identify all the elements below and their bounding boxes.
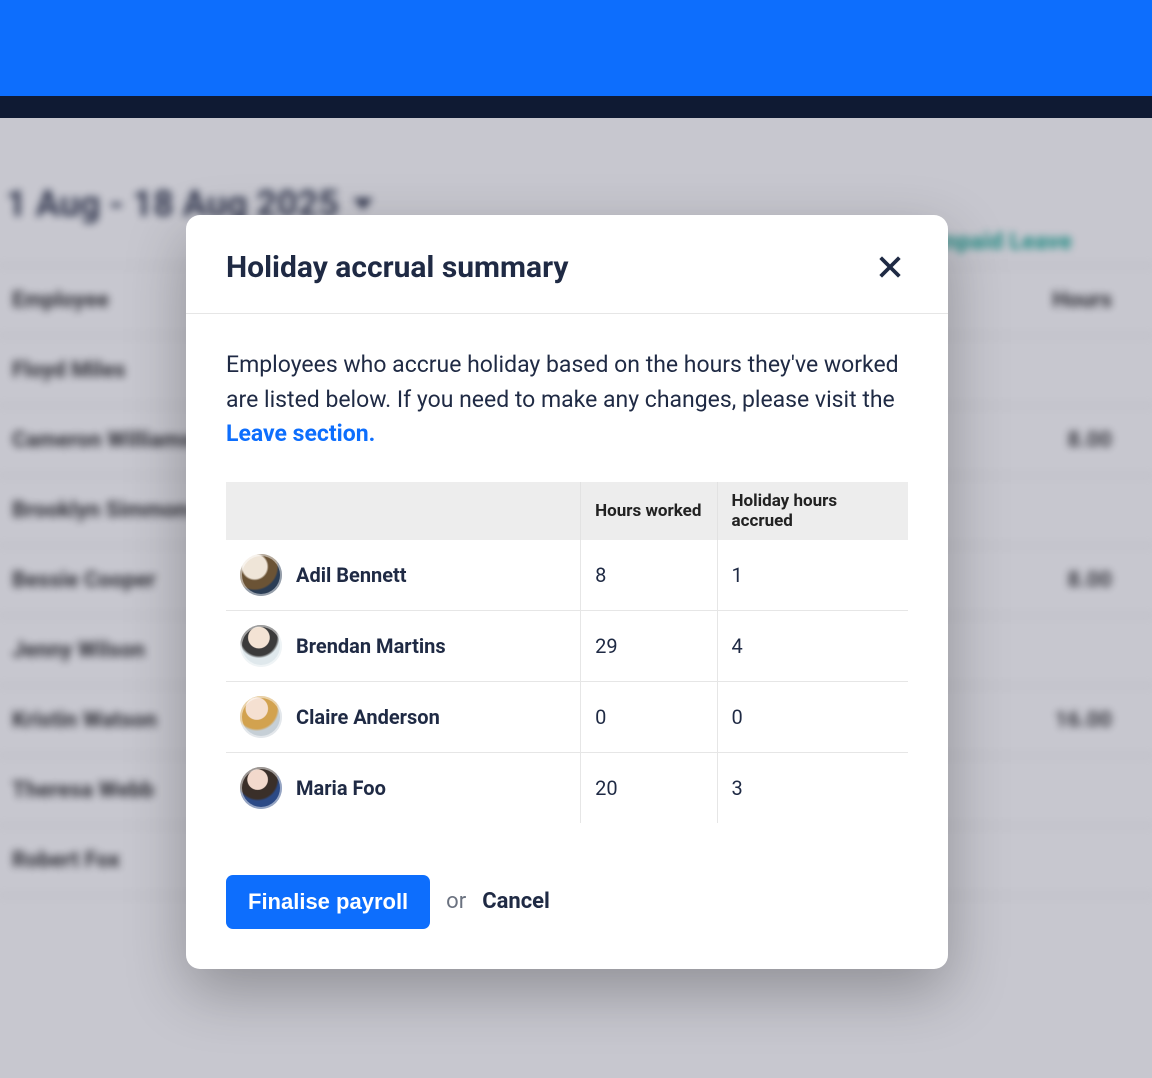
modal-footer: Finalise payroll or Cancel — [186, 833, 948, 969]
modal-header: Holiday accrual summary — [186, 215, 948, 314]
col-hours-worked: Hours worked — [581, 482, 717, 540]
modal-description-text: Employees who accrue holiday based on th… — [226, 351, 899, 413]
employee-name: Brendan Martins — [296, 634, 446, 658]
avatar — [240, 767, 282, 809]
close-icon — [876, 253, 904, 281]
avatar — [240, 696, 282, 738]
hours-worked-cell: 0 — [581, 681, 717, 752]
hours-worked-cell: 29 — [581, 610, 717, 681]
holiday-accrual-modal: Holiday accrual summary Employees who ac… — [186, 215, 948, 969]
holiday-accrued-cell: 4 — [717, 610, 908, 681]
accrual-row: Adil Bennett 8 1 — [226, 540, 908, 611]
modal-body: Employees who accrue holiday based on th… — [186, 314, 948, 833]
finalise-payroll-button[interactable]: Finalise payroll — [226, 875, 430, 929]
avatar — [240, 554, 282, 596]
nav-strip — [0, 96, 1152, 118]
cancel-link[interactable]: Cancel — [482, 889, 550, 914]
modal-description: Employees who accrue holiday based on th… — [226, 348, 908, 452]
accrual-row: Brendan Martins 29 4 — [226, 610, 908, 681]
accrual-row: Maria Foo 20 3 — [226, 752, 908, 823]
close-button[interactable] — [872, 249, 908, 285]
holiday-accrued-cell: 1 — [717, 540, 908, 611]
holiday-accrued-cell: 3 — [717, 752, 908, 823]
employee-name: Maria Foo — [296, 776, 386, 800]
col-holiday-accrued: Holiday hours accrued — [717, 482, 908, 540]
accrual-row: Claire Anderson 0 0 — [226, 681, 908, 752]
employee-name: Claire Anderson — [296, 705, 440, 729]
hours-worked-cell: 20 — [581, 752, 717, 823]
col-employee-blank — [226, 482, 581, 540]
hours-worked-cell: 8 — [581, 540, 717, 611]
employee-name: Adil Bennett — [296, 563, 407, 587]
avatar — [240, 625, 282, 667]
accrual-table: Hours worked Holiday hours accrued Adil … — [226, 482, 908, 823]
or-text: or — [446, 889, 466, 914]
holiday-accrued-cell: 0 — [717, 681, 908, 752]
modal-title: Holiday accrual summary — [226, 250, 568, 285]
top-banner — [0, 0, 1152, 96]
leave-section-link[interactable]: Leave section. — [226, 420, 375, 447]
